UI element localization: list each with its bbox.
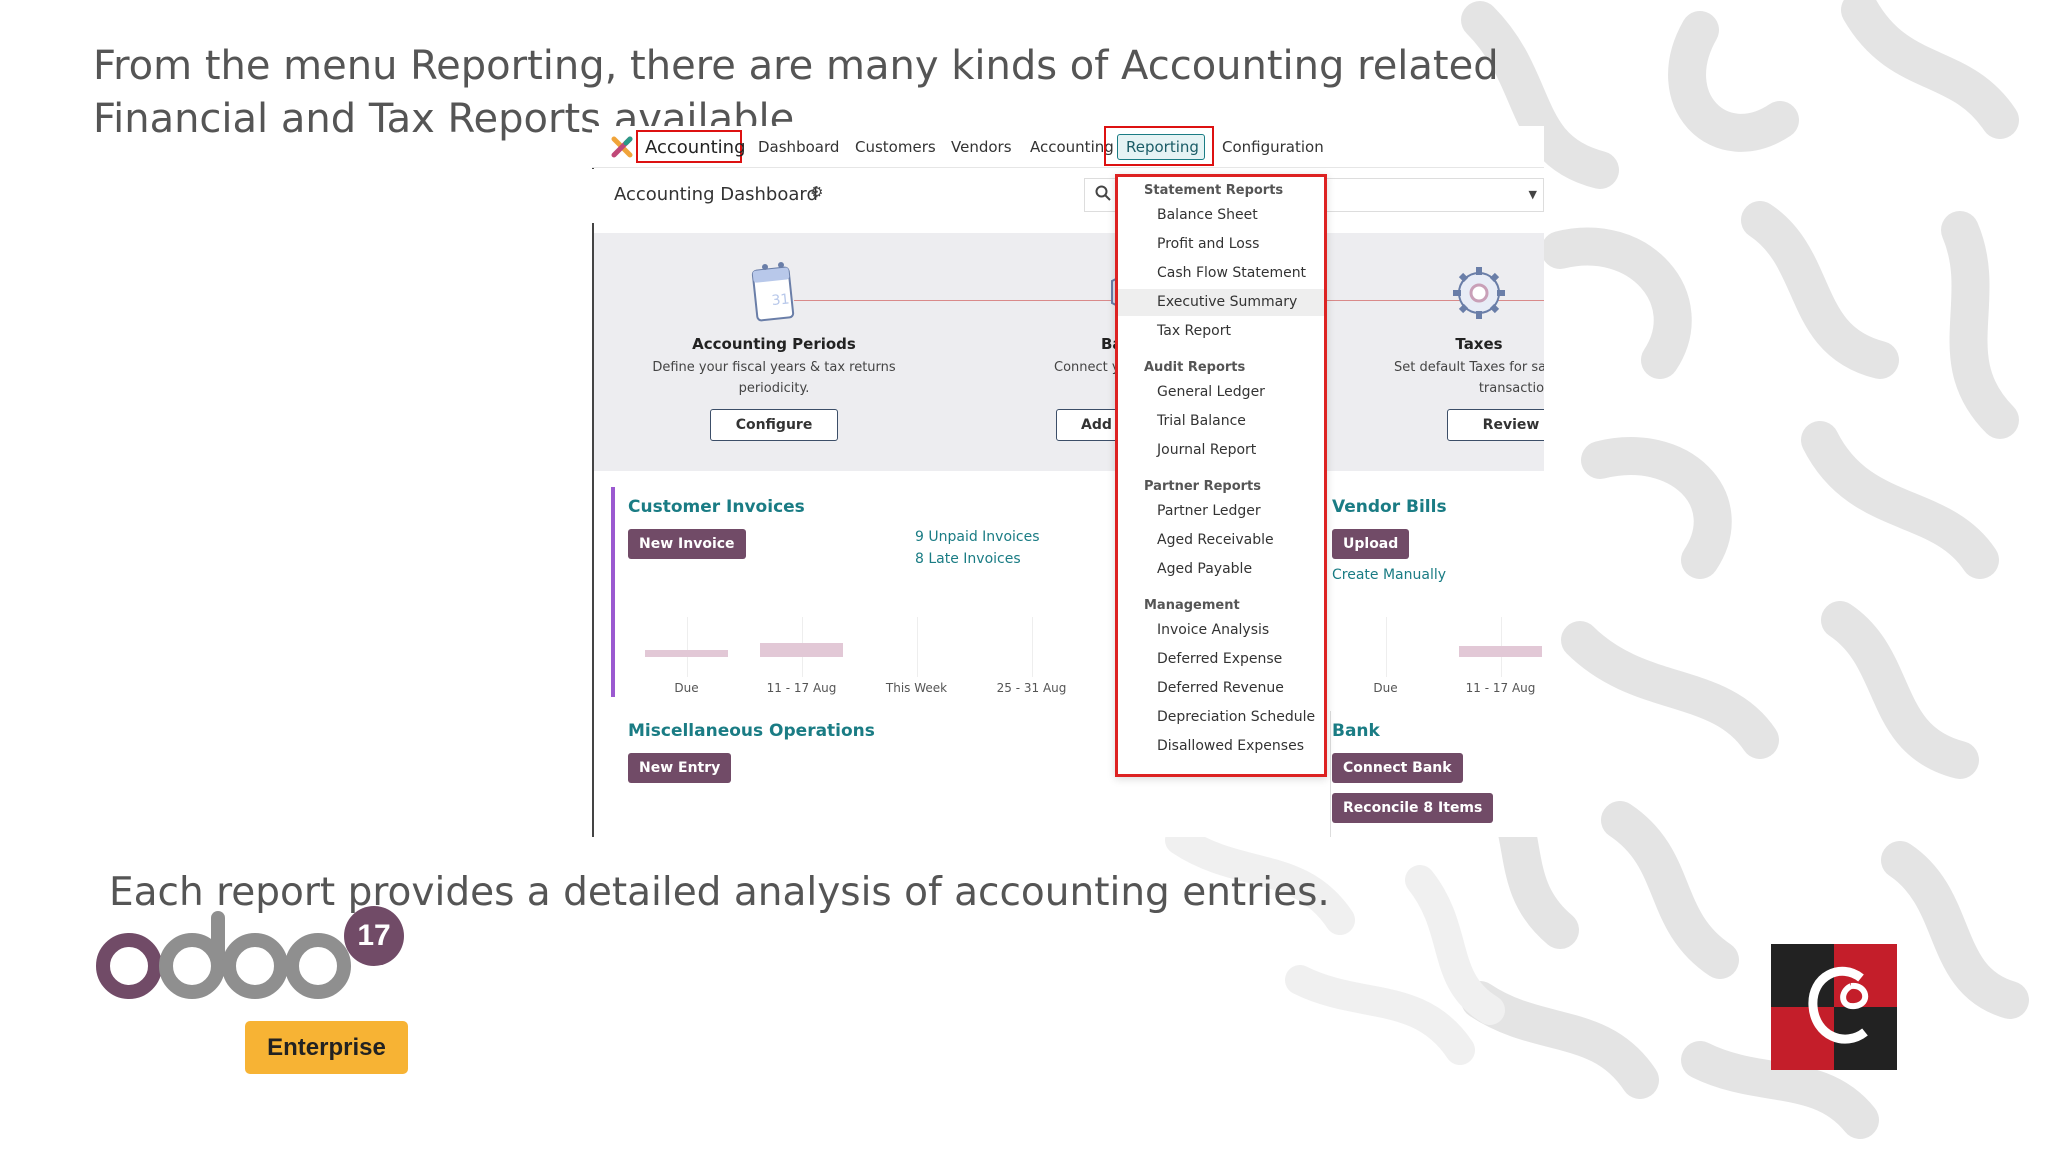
chart-gridline [1385, 617, 1387, 677]
misc-operations-title[interactable]: Miscellaneous Operations [628, 721, 875, 741]
onboarding-step-periods: 31 Accounting Periods Define your fiscal… [649, 259, 899, 441]
bank-card: Bank Connect Bank Reconcile 8 Items [1332, 711, 1544, 837]
step-periods-desc-1: Define your fiscal years & tax returns [652, 360, 896, 375]
chart-bar[interactable] [645, 650, 728, 657]
new-invoice-button[interactable]: New Invoice [628, 529, 746, 559]
search-options-caret-icon[interactable]: ▼ [1529, 188, 1537, 201]
search-icon[interactable] [1095, 185, 1111, 205]
bank-title[interactable]: Bank [1332, 721, 1380, 741]
menu-section-header: Partner Reports [1144, 479, 1262, 494]
menu-item-depreciation-schedule[interactable]: Depreciation Schedule [1118, 704, 1324, 731]
chart-gridline [686, 617, 688, 677]
new-entry-button[interactable]: New Entry [628, 753, 732, 783]
step-taxes-desc-2: transactions. [1478, 381, 1544, 396]
step-taxes-name: Taxes [1455, 335, 1503, 353]
menu-item-deferred-revenue[interactable]: Deferred Revenue [1118, 675, 1324, 702]
chart-x-label: 11 - 17 Aug [1465, 681, 1536, 695]
odoo-logo [96, 911, 351, 999]
menu-item-tax-report[interactable]: Tax Report [1118, 318, 1324, 345]
menu-item-invoice-analysis[interactable]: Invoice Analysis [1118, 617, 1324, 644]
menu-item-journal-report[interactable]: Journal Report [1118, 437, 1324, 464]
menu-item-partner-ledger[interactable]: Partner Ledger [1118, 498, 1324, 525]
unpaid-invoices-link[interactable]: 9 Unpaid Invoices [915, 526, 1040, 548]
enterprise-badge: Enterprise [245, 1021, 408, 1074]
nav-reporting[interactable]: Reporting [1117, 134, 1205, 160]
menu-item-deferred-expense[interactable]: Deferred Expense [1118, 646, 1324, 673]
nav-customers[interactable]: Customers [855, 138, 936, 156]
onboarding-panel: 31 Accounting Periods Define your fiscal… [594, 233, 1544, 471]
step-taxes-desc-1: Set default Taxes for sales a [1394, 360, 1544, 375]
nav-app-name[interactable]: Accounting [636, 130, 746, 163]
chart-x-label: Due [674, 681, 699, 695]
svg-text:31: 31 [771, 291, 790, 309]
menu-item-aged-receivable[interactable]: Aged Receivable [1118, 527, 1324, 554]
calendar-icon: 31 [751, 262, 795, 322]
accounting-app-screenshot: Accounting Dashboard Customers Vendors A… [592, 126, 1544, 837]
chart-bar[interactable] [1459, 646, 1542, 657]
chart-x-label: This Week [885, 681, 948, 695]
settings-gear-icon[interactable]: ⚙ [810, 183, 823, 201]
customer-invoices-title[interactable]: Customer Invoices [628, 497, 805, 517]
nav-configuration[interactable]: Configuration [1222, 138, 1324, 156]
chart-x-label: Due [1373, 681, 1398, 695]
menu-item-trial-balance[interactable]: Trial Balance [1118, 408, 1324, 435]
gear-icon [1453, 267, 1505, 319]
menu-item-aged-payable[interactable]: Aged Payable [1118, 556, 1324, 583]
menu-item-balance-sheet[interactable]: Balance Sheet [1118, 202, 1324, 229]
chart-x-label: 25 - 31 Aug [996, 681, 1067, 695]
review-button[interactable]: Review [1447, 409, 1544, 441]
top-navbar: Accounting Dashboard Customers Vendors A… [592, 126, 1544, 168]
chart-x-label: 11 - 17 Aug [766, 681, 837, 695]
chart-gridline [1031, 617, 1033, 677]
vendor-bills-card: Vendor Bills Upload Create Manually Due 1… [1332, 487, 1544, 697]
company-logo-icon [1771, 944, 1897, 1070]
menu-section-header: Statement Reports [1144, 183, 1284, 198]
menu-section-header: Audit Reports [1144, 360, 1246, 375]
menu-item-disallowed-expenses[interactable]: Disallowed Expenses [1118, 733, 1324, 760]
menu-item-executive-summary[interactable]: Executive Summary [1118, 289, 1324, 316]
reporting-dropdown-menu: Statement Reports Balance Sheet Profit and… [1115, 174, 1327, 777]
nav-dashboard[interactable]: Dashboard [758, 138, 839, 156]
menu-item-cash-flow-statement[interactable]: Cash Flow Statement [1118, 260, 1324, 287]
menu-item-profit-and-loss[interactable]: Profit and Loss [1118, 231, 1324, 258]
chart-bar[interactable] [760, 643, 843, 657]
version-badge: 17 [344, 906, 404, 966]
reconcile-items-button[interactable]: Reconcile 8 Items [1332, 793, 1494, 823]
nav-vendors[interactable]: Vendors [951, 138, 1012, 156]
connect-bank-button[interactable]: Connect Bank [1332, 753, 1463, 783]
menu-item-general-ledger[interactable]: General Ledger [1118, 379, 1324, 406]
upload-button[interactable]: Upload [1332, 529, 1410, 559]
page-title: Accounting Dashboard [614, 184, 818, 205]
nav-accounting[interactable]: Accounting [1030, 138, 1114, 156]
vendor-bills-title[interactable]: Vendor Bills [1332, 497, 1447, 517]
onboarding-step-taxes: Taxes Set default Taxes for sales a tran… [1354, 259, 1544, 441]
late-invoices-link[interactable]: 8 Late Invoices [915, 548, 1021, 570]
accounting-app-icon [611, 136, 633, 158]
customer-invoices-card: Customer Invoices New Invoice 9 Unpaid I… [611, 487, 1150, 697]
step-periods-name: Accounting Periods [692, 335, 856, 353]
menu-section-header: Management [1144, 598, 1240, 613]
step-periods-desc-2: periodicity. [738, 381, 810, 396]
configure-button[interactable]: Configure [710, 409, 838, 441]
chart-gridline [916, 617, 918, 677]
create-manually-link[interactable]: Create Manually [1332, 564, 1446, 586]
